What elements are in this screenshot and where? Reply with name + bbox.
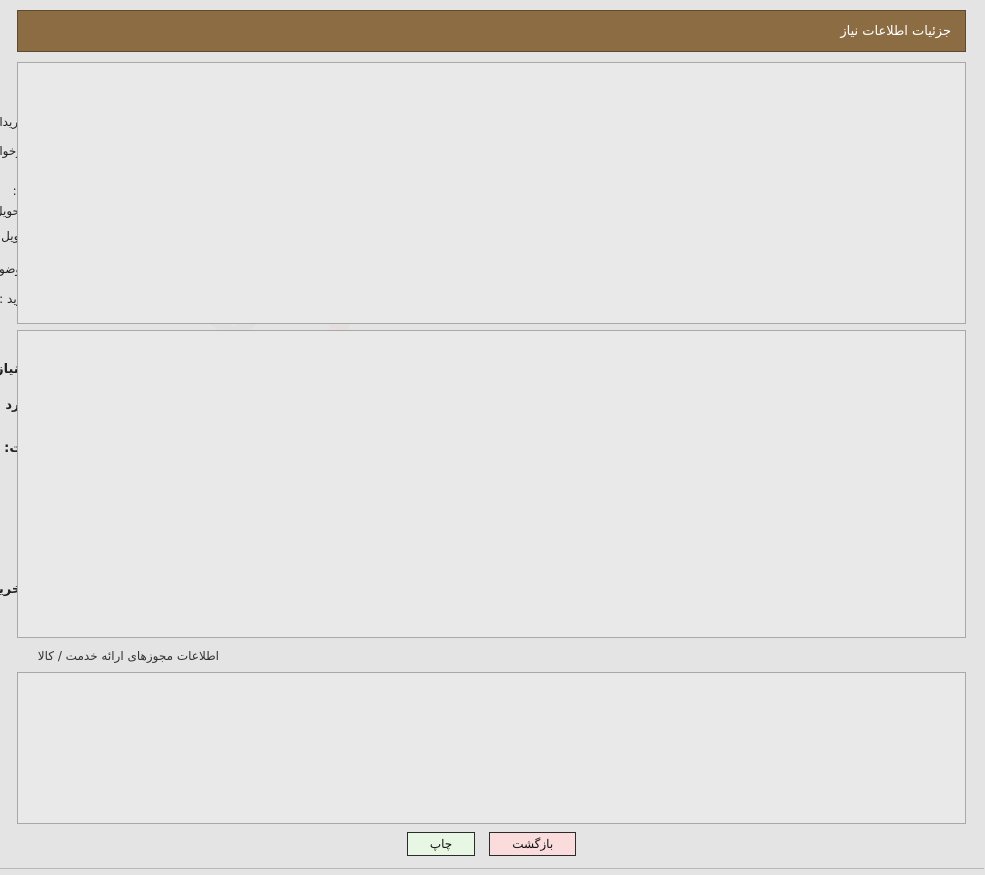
bottom-divider <box>0 868 985 869</box>
need-info-panel <box>18 62 967 324</box>
page-title: جزئیات اطلاعات نیاز <box>841 23 952 39</box>
page-header: جزئیات اطلاعات نیاز <box>18 10 967 52</box>
print-button[interactable]: چاپ <box>407 832 477 856</box>
back-button[interactable]: بازگشت <box>490 832 578 856</box>
permits-section-caption: اطلاعات مجوزهای ارائه خدمت / کالا <box>38 649 220 663</box>
footer-actions: بازگشت چاپ <box>0 832 985 856</box>
service-details-panel <box>18 330 967 638</box>
permits-panel <box>18 672 967 824</box>
tender-details-page: جزئیات اطلاعات نیاز AnaTender.net شماره … <box>0 0 985 875</box>
